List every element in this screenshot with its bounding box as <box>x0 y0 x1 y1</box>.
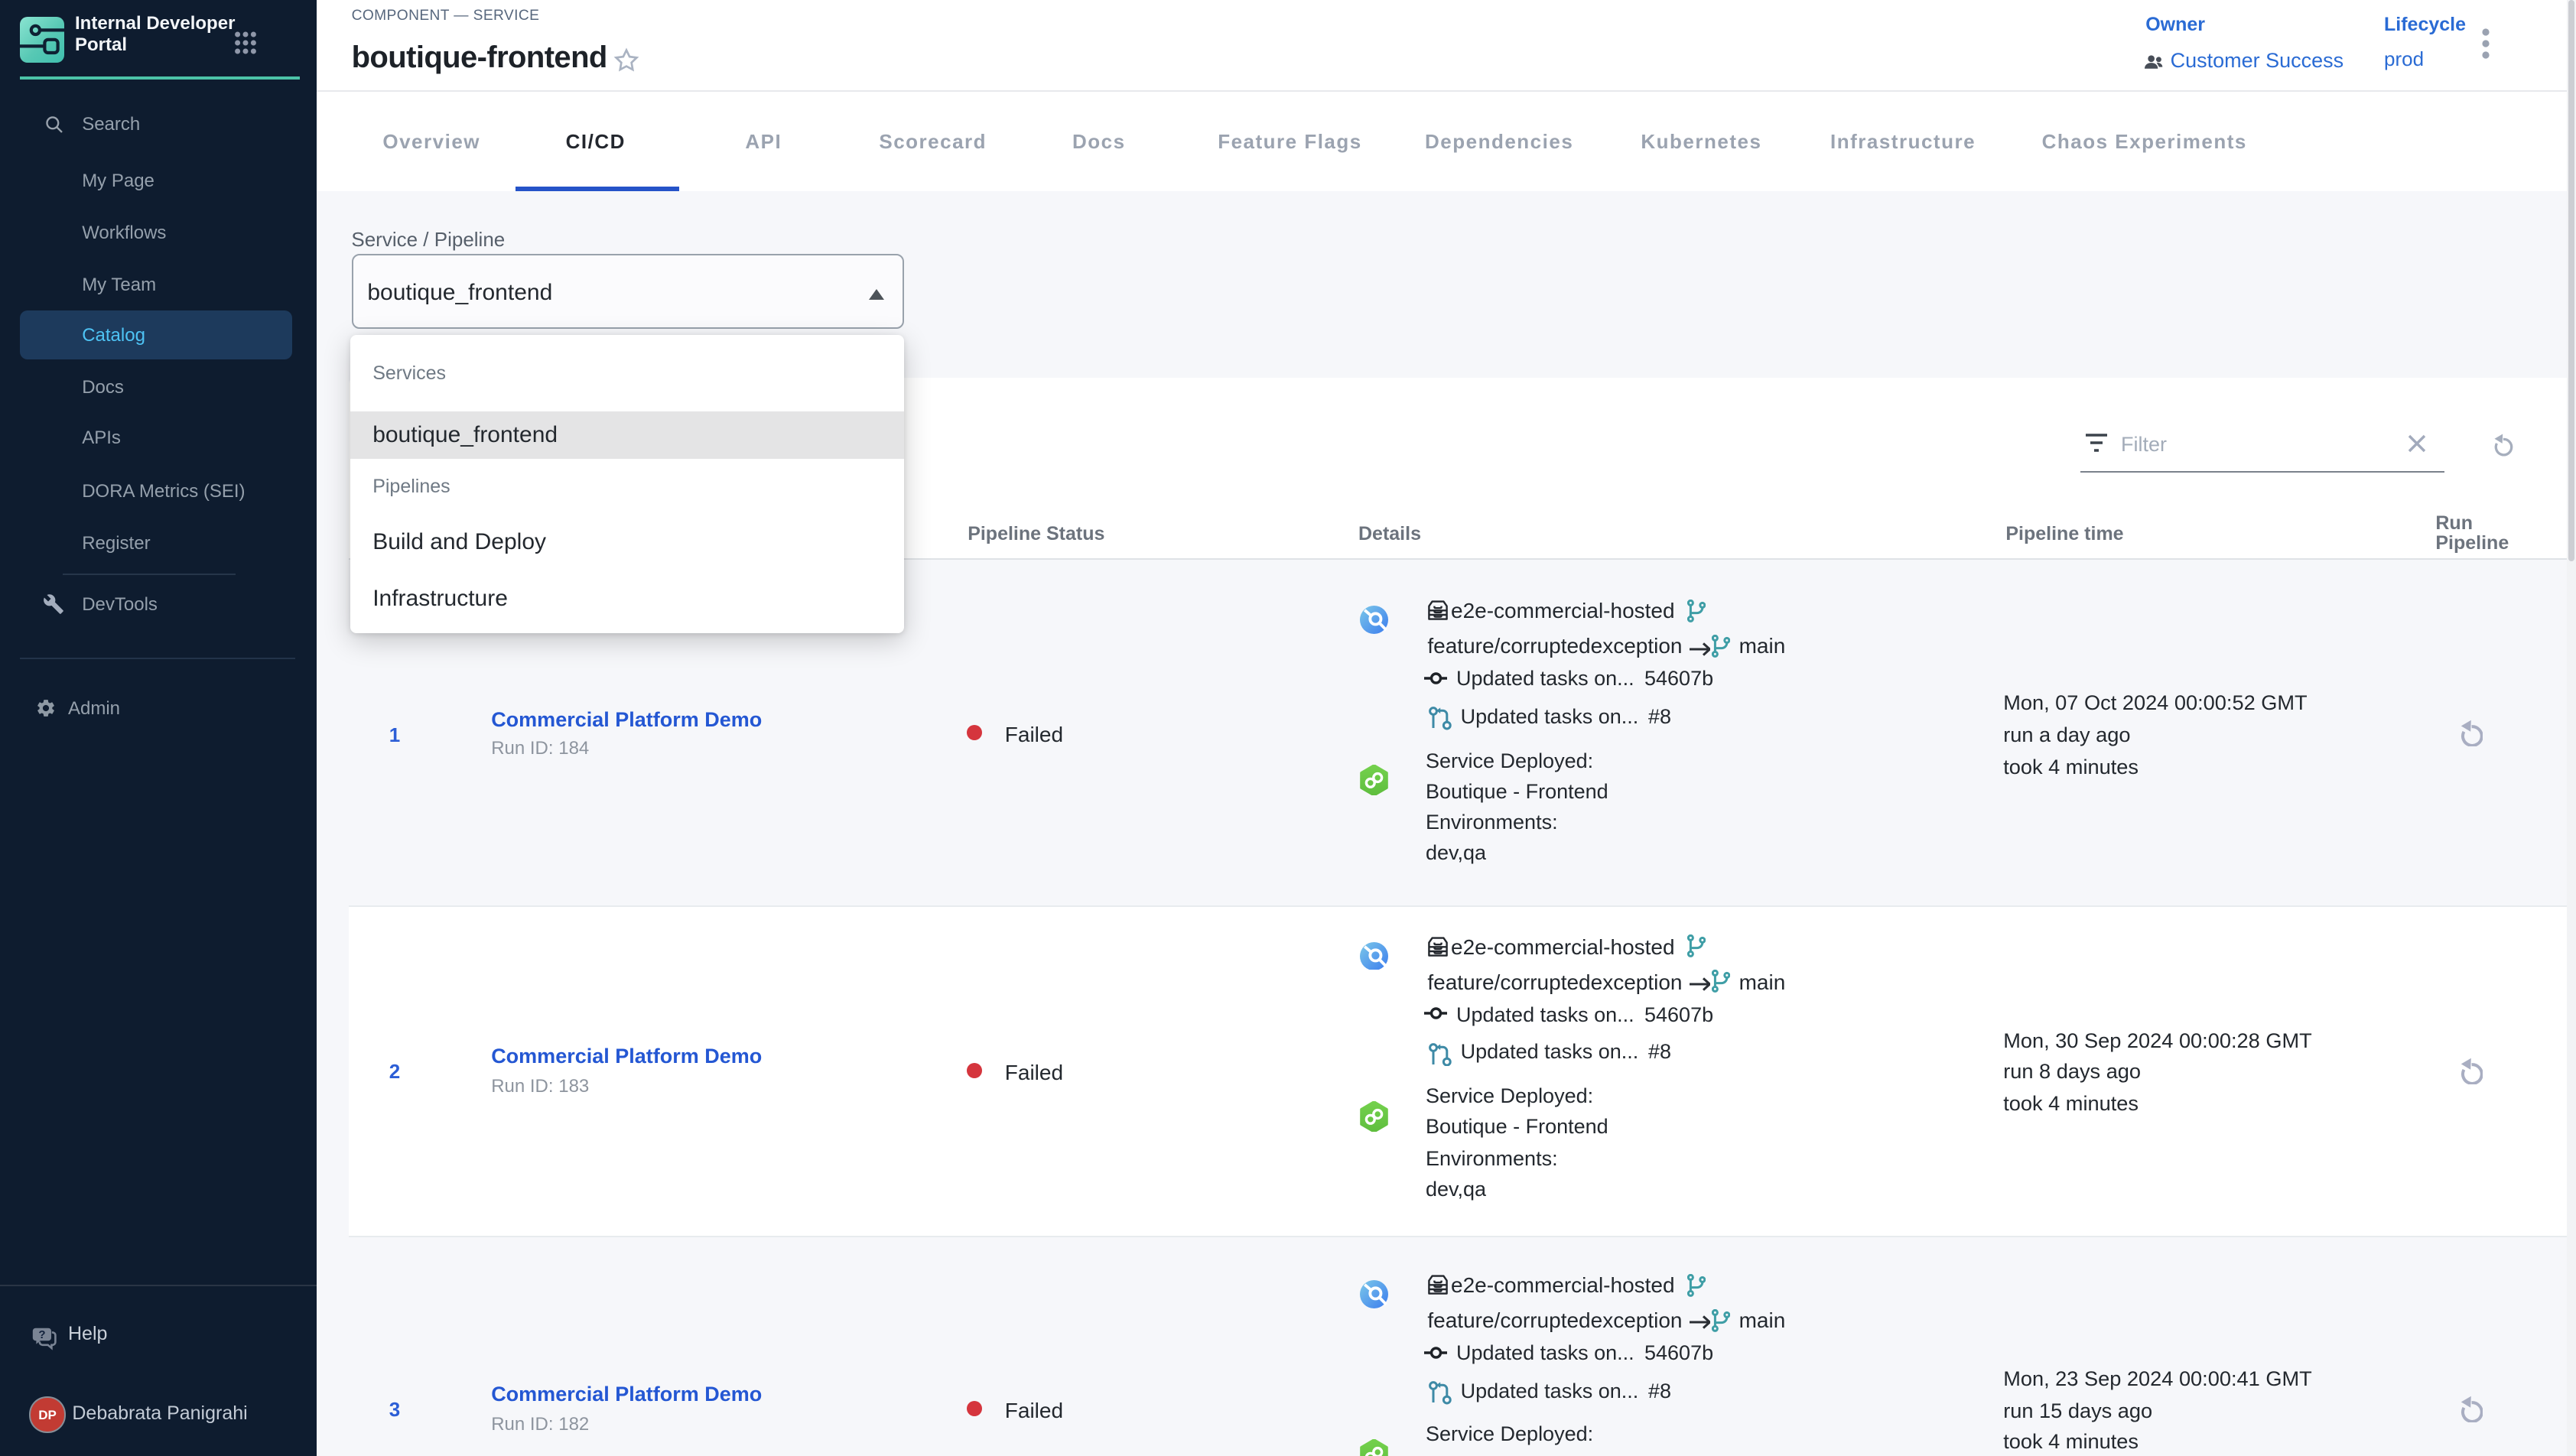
svg-text:?: ? <box>39 1328 46 1341</box>
